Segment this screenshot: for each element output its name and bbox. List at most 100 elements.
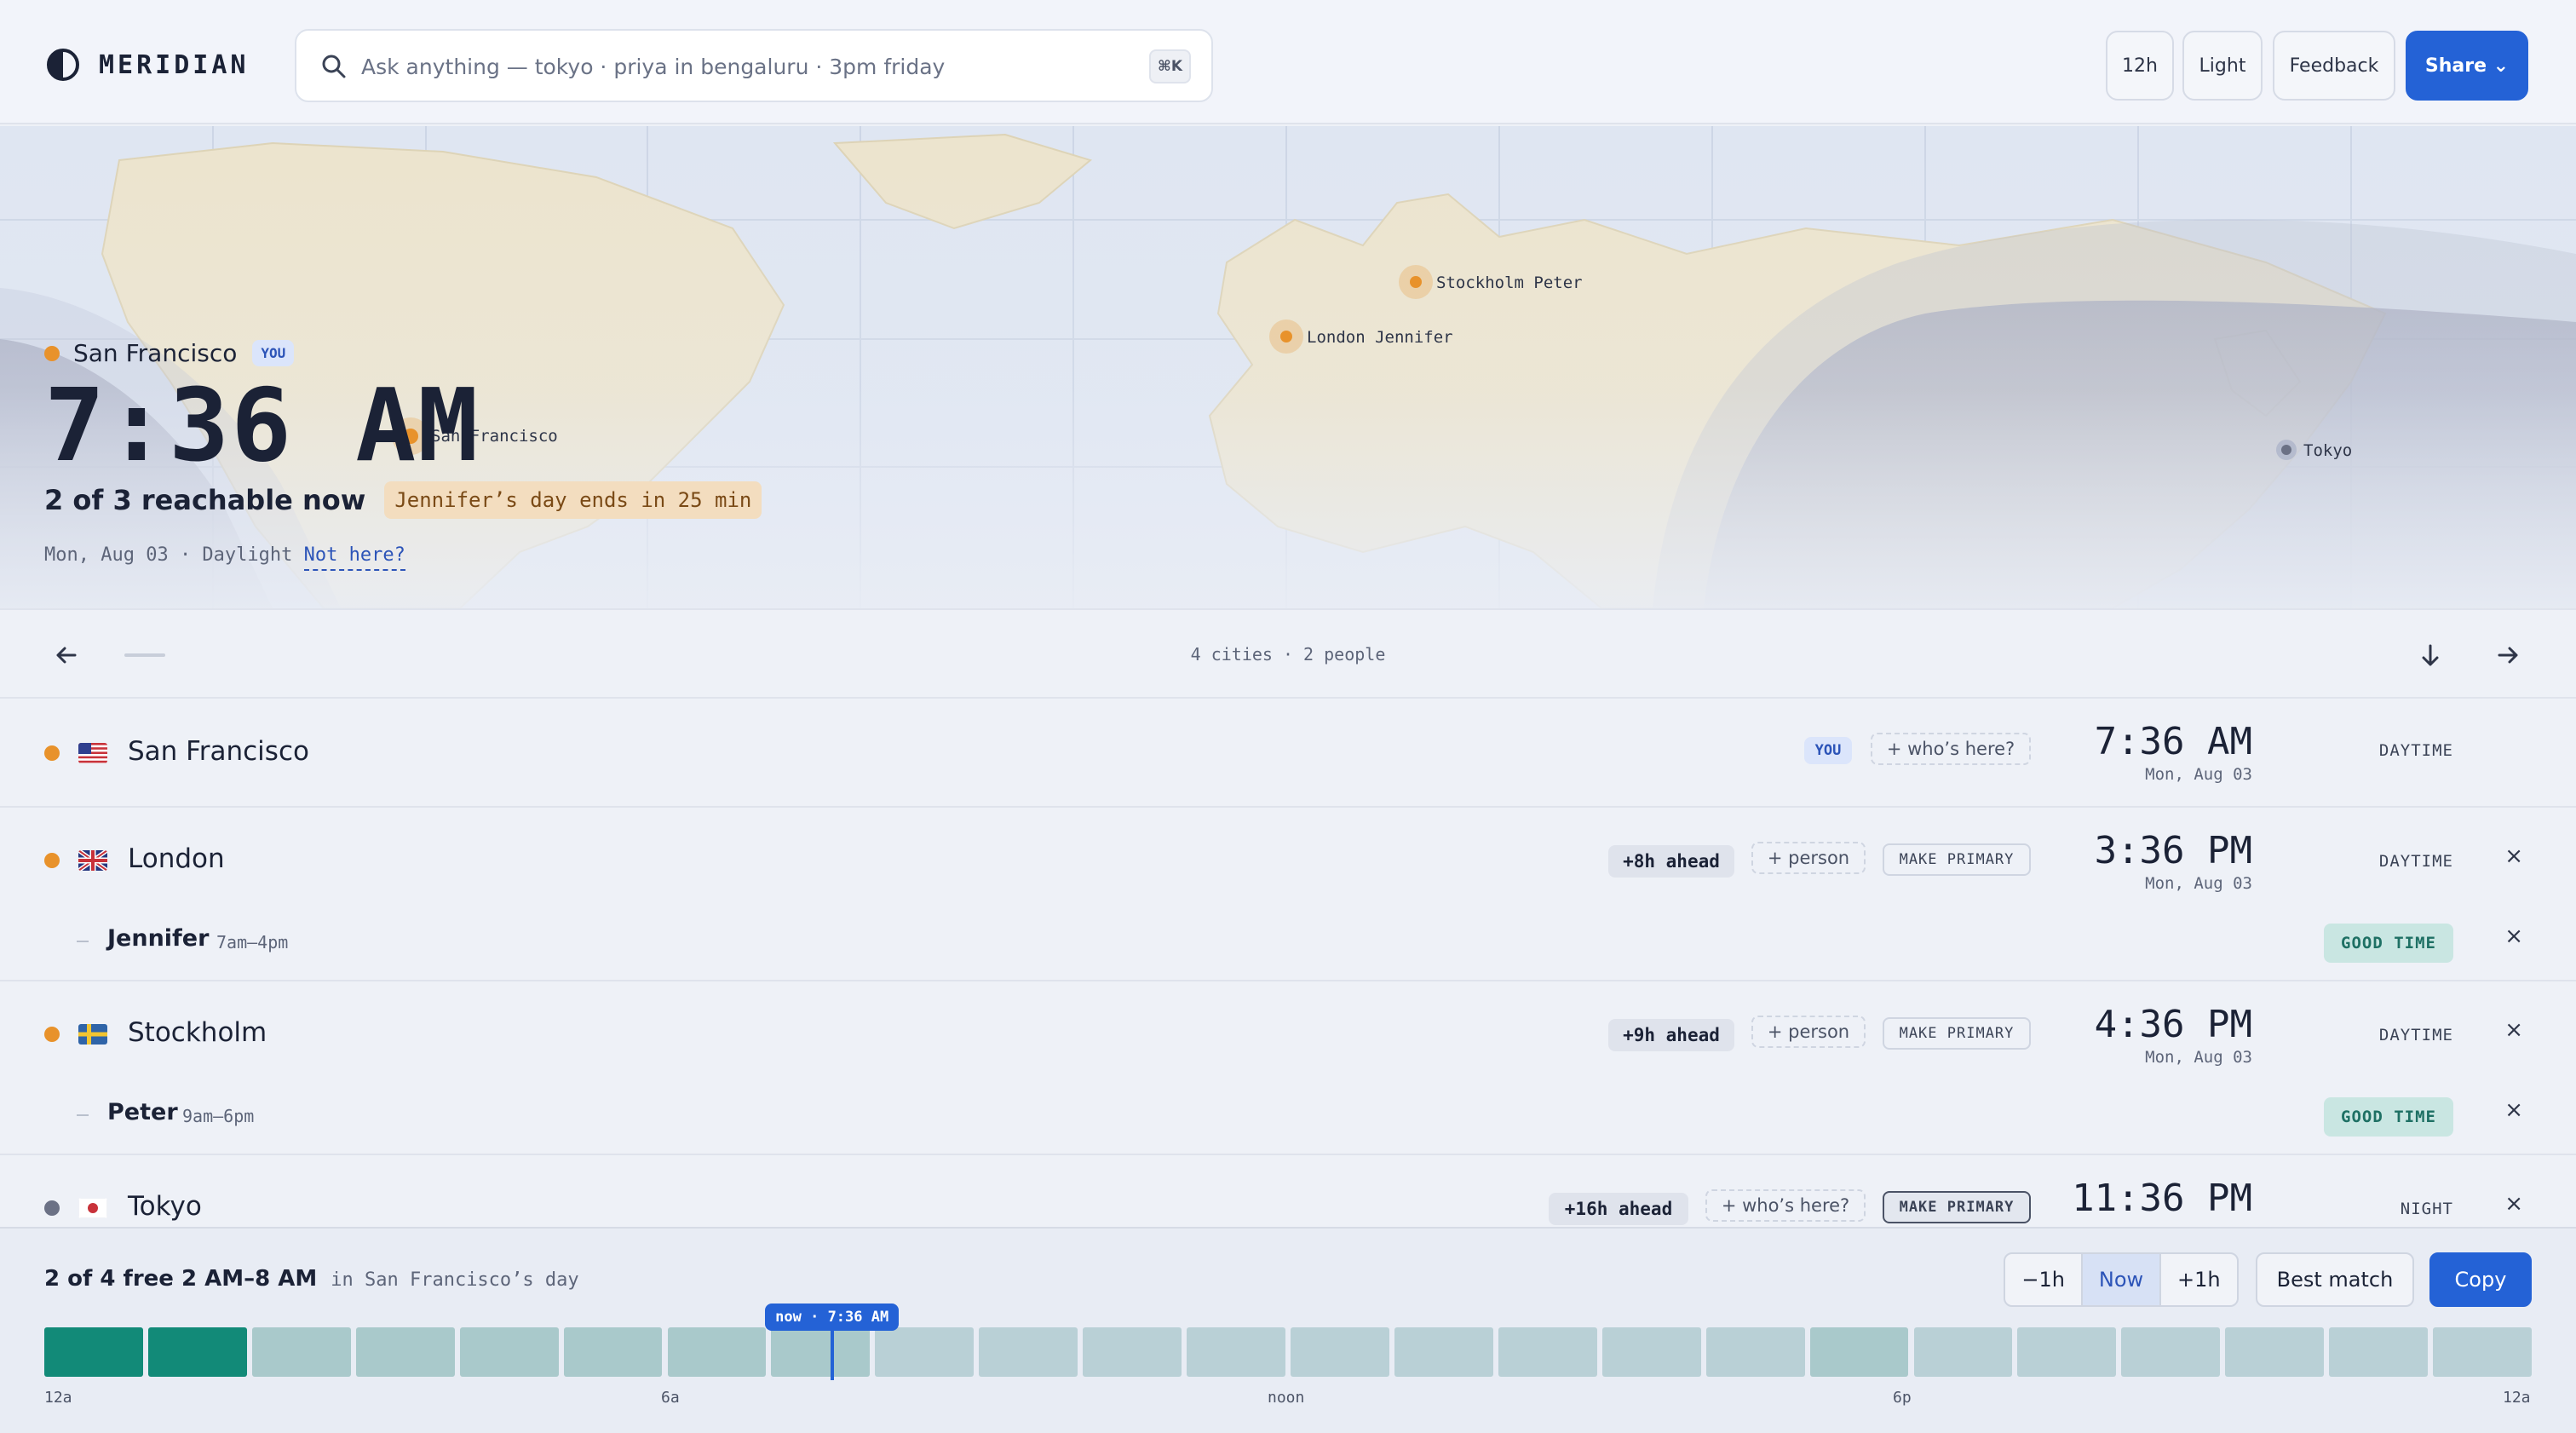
hour-slot[interactable] [1601, 1327, 1701, 1377]
add-person-button[interactable]: + who’s here? [1871, 733, 2031, 765]
period-label: NIGHT [2400, 1200, 2453, 1218]
add-person-button[interactable]: + person [1751, 1016, 1866, 1048]
offset-badge: +8h ahead [1608, 845, 1734, 878]
city-name: San Francisco [128, 736, 309, 767]
hour-slot[interactable] [44, 1327, 143, 1377]
hour-slot[interactable] [1083, 1327, 1182, 1377]
hour-slot[interactable] [2433, 1327, 2532, 1377]
hour-slot[interactable] [2121, 1327, 2221, 1377]
sweden-flag-icon [78, 1024, 107, 1045]
map-label-tokyo: Tokyo [2303, 441, 2352, 460]
city-row-san-francisco[interactable]: San Francisco YOU + who’s here? 7:36 AM … [0, 699, 2576, 808]
remove-city-button[interactable]: × [2504, 1017, 2523, 1043]
make-primary-button[interactable]: MAKE PRIMARY [1883, 1017, 2031, 1050]
day-ending-notice: Jennifer’s day ends in 25 min [384, 481, 762, 519]
primary-time: 7:36 AM [44, 366, 480, 484]
remove-person-button[interactable]: × [2504, 924, 2523, 949]
search-input[interactable] [361, 48, 1111, 85]
hour-slot[interactable] [2329, 1327, 2429, 1377]
shortcut-hint: ⌘K [1149, 49, 1191, 83]
person-name: Peter [107, 1099, 178, 1125]
hour-slot[interactable] [1913, 1327, 2013, 1377]
remove-city-button[interactable]: × [2504, 1191, 2523, 1217]
brand-name: MERIDIAN [99, 49, 250, 80]
not-here-link[interactable]: Not here? [303, 544, 405, 571]
hour-slot[interactable] [979, 1327, 1078, 1377]
person-row-jennifer[interactable]: Jennifer 7am–4pm GOOD TIME × [0, 898, 2576, 985]
sort-down-icon[interactable] [2416, 641, 2445, 670]
us-flag-icon [78, 743, 107, 763]
hour-slot[interactable] [563, 1327, 663, 1377]
plus-hour-button[interactable]: +1h [2161, 1254, 2237, 1305]
world-map[interactable]: San Francisco London Jennifer Stockholm … [0, 126, 2576, 608]
clock-format-button[interactable]: 12h [2106, 31, 2174, 101]
hour-slot[interactable] [147, 1327, 247, 1377]
tick-label: 12a [44, 1389, 72, 1407]
daytime-dot [44, 745, 60, 761]
hour-slot[interactable] [1187, 1327, 1285, 1377]
city-name: Stockholm [128, 1017, 267, 1048]
status-badge: GOOD TIME [2324, 924, 2453, 963]
city-row-london[interactable]: London +8h ahead + person MAKE PRIMARY 3… [0, 808, 2576, 898]
hour-slot[interactable] [771, 1327, 871, 1377]
city-date: Mon, Aug 03 [2145, 874, 2252, 893]
tick-label: 6p [1893, 1389, 1912, 1407]
make-primary-button[interactable]: MAKE PRIMARY [1883, 843, 2031, 876]
person-row-peter[interactable]: Peter 9am–6pm GOOD TIME × [0, 1072, 2576, 1159]
status-badge: GOOD TIME [2324, 1097, 2453, 1137]
hour-slot[interactable] [667, 1327, 767, 1377]
time-shift-control: −1h Now +1h [2004, 1252, 2239, 1307]
hour-slot[interactable] [1809, 1327, 1909, 1377]
feedback-button[interactable]: Feedback [2273, 31, 2395, 101]
arrow-right-icon[interactable] [2494, 641, 2523, 670]
offset-badge: +9h ahead [1608, 1019, 1734, 1051]
hour-slot[interactable] [459, 1327, 559, 1377]
primary-city-name: San Francisco [73, 339, 238, 367]
city-name: London [128, 843, 225, 874]
free-window-context: in San Francisco’s day [331, 1269, 579, 1291]
hour-slot[interactable] [1498, 1327, 1597, 1377]
city-group-stockholm: Stockholm +9h ahead + person MAKE PRIMAR… [0, 981, 2576, 1155]
add-person-button[interactable]: + person [1751, 842, 1866, 874]
now-indicator[interactable] [830, 1327, 834, 1380]
city-date: Mon, Aug 03 [2145, 1048, 2252, 1067]
person-hours: 7am–4pm [216, 932, 289, 952]
hour-slot[interactable] [1394, 1327, 1493, 1377]
period-label: DAYTIME [2378, 741, 2453, 760]
share-button[interactable]: Share ⌄ [2406, 31, 2528, 101]
make-primary-button[interactable]: MAKE PRIMARY [1883, 1191, 2031, 1223]
logo[interactable]: MERIDIAN [46, 48, 250, 82]
tick-label: noon [1268, 1389, 1305, 1407]
minus-hour-button[interactable]: −1h [2005, 1254, 2081, 1305]
search-bar[interactable]: ⌘K [295, 29, 1213, 102]
best-match-button[interactable]: Best match [2256, 1252, 2414, 1307]
tick-label: 12a [2503, 1389, 2531, 1407]
city-group-london: London +8h ahead + person MAKE PRIMARY 3… [0, 808, 2576, 981]
hour-slot[interactable] [875, 1327, 975, 1377]
city-row-tokyo[interactable]: Tokyo +16h ahead + who’s here? MAKE PRIM… [0, 1155, 2576, 1227]
night-dot [44, 1200, 60, 1216]
hour-slot[interactable] [251, 1327, 351, 1377]
hour-slot[interactable] [1705, 1327, 1805, 1377]
you-badge: YOU [1804, 737, 1852, 764]
hour-slot[interactable] [355, 1327, 455, 1377]
city-row-stockholm[interactable]: Stockholm +9h ahead + person MAKE PRIMAR… [0, 981, 2576, 1072]
hour-slot[interactable] [1291, 1327, 1389, 1377]
theme-button[interactable]: Light [2182, 31, 2263, 101]
tick-label: 6a [661, 1389, 680, 1407]
hour-slot[interactable] [2225, 1327, 2325, 1377]
city-list-toolbar: 4 cities · 2 people [0, 608, 2576, 699]
add-person-button[interactable]: + who’s here? [1705, 1189, 1866, 1222]
hour-slot[interactable] [2017, 1327, 2117, 1377]
now-button[interactable]: Now [2081, 1254, 2161, 1305]
free-window-summary: 2 of 4 free 2 AM–8 AM [44, 1266, 318, 1292]
day-timeline[interactable]: now · 7:36 AM [44, 1304, 2532, 1380]
copy-button[interactable]: Copy [2429, 1252, 2532, 1307]
city-name: Tokyo [128, 1191, 202, 1222]
period-label: DAYTIME [2378, 852, 2453, 871]
availability-panel: 2 of 4 free 2 AM–8 AM in San Francisco’s… [0, 1227, 2576, 1433]
remove-city-button[interactable]: × [2504, 843, 2523, 869]
you-badge: YOU [252, 340, 295, 366]
remove-person-button[interactable]: × [2504, 1097, 2523, 1123]
city-time: 11:36 PM [2072, 1177, 2252, 1220]
